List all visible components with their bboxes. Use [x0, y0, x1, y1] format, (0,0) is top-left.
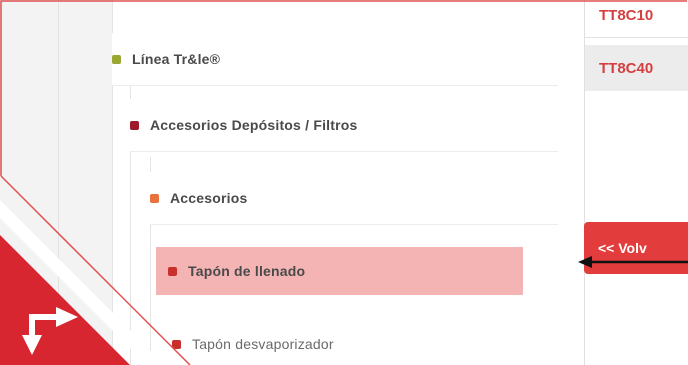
arrow-left-icon — [578, 256, 688, 268]
bullet-icon — [168, 266, 177, 276]
category-tree: Línea Tr&le® Accesorios Depósitos / Filt… — [112, 0, 558, 365]
tree-item-label: Línea Tr&le® — [132, 51, 221, 67]
bullet-icon — [172, 339, 181, 349]
bullet-icon — [150, 193, 159, 203]
screenshot-frame: Línea Tr&le® Accesorios Depósitos / Filt… — [0, 0, 688, 365]
tree-item-tapon-de-llenado[interactable]: Tapón de llenado — [156, 247, 523, 295]
tree-item-accesorios-depositos-filtros[interactable]: Accesorios Depósitos / Filtros — [130, 99, 558, 152]
tree-item-label: Accesorios Depósitos / Filtros — [150, 117, 358, 133]
product-code-link[interactable]: TT8C40 — [585, 45, 688, 91]
turn-arrow-icon — [22, 307, 78, 355]
tree-item-accesorios[interactable]: Accesorios — [150, 172, 558, 225]
product-panel: TT8C10 TT8C40 — [584, 0, 688, 365]
tree-item-tapon-desvaporizador[interactable]: Tapón desvaporizador — [172, 318, 558, 365]
bullet-icon — [112, 54, 121, 64]
tree-item-linea-trale[interactable]: Línea Tr&le® — [112, 33, 558, 86]
bullet-icon — [130, 120, 139, 130]
tree-item-label: Tapón de llenado — [188, 263, 306, 279]
tree-item-label: Tapón desvaporizador — [192, 336, 334, 352]
tree-item-label: Accesorios — [170, 190, 248, 206]
product-code-link[interactable]: TT8C10 — [585, 0, 688, 38]
